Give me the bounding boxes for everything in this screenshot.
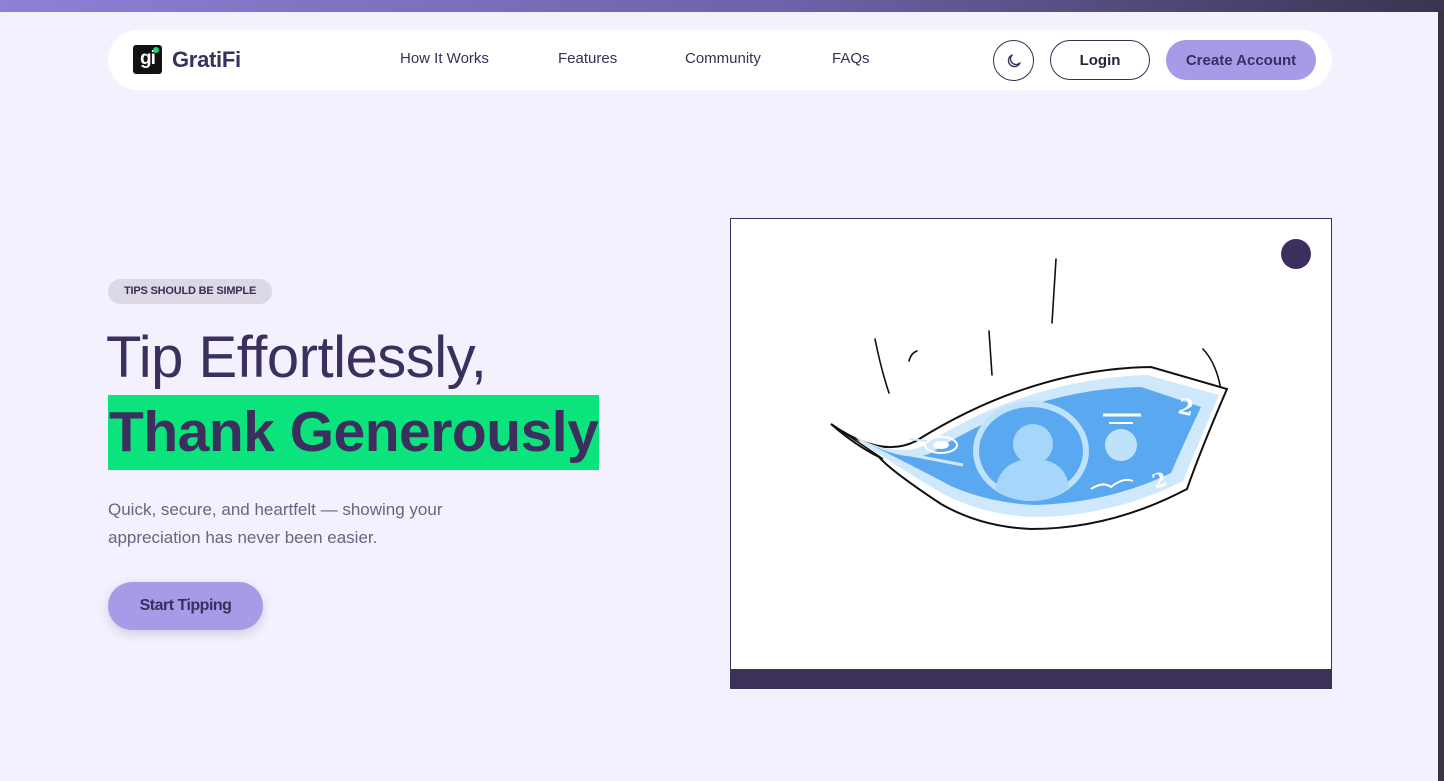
nav-link-how-it-works[interactable]: How It Works — [400, 50, 489, 67]
hero-illustration: 2 2 — [730, 218, 1332, 689]
nav-link-faqs[interactable]: FAQs — [832, 50, 870, 67]
moon-icon — [1007, 53, 1021, 67]
logo[interactable]: gi GratiFi — [133, 45, 241, 74]
hero-title-line2: Thank Generously — [108, 395, 600, 470]
nav-link-community[interactable]: Community — [685, 50, 761, 67]
nav-link-features[interactable]: Features — [558, 50, 617, 67]
start-tipping-button[interactable]: Start Tipping — [108, 582, 263, 630]
theme-toggle-button[interactable] — [993, 40, 1034, 81]
hero-badge: TIPS SHOULD BE SIMPLE — [108, 279, 273, 304]
hero-subtitle: Quick, secure, and heartfelt — showing y… — [108, 500, 443, 547]
create-account-button[interactable]: Create Account — [1166, 40, 1316, 80]
window-edge — [1438, 12, 1444, 781]
login-button[interactable]: Login — [1050, 40, 1150, 80]
illustration-footer-bar — [730, 669, 1332, 689]
logo-dot — [153, 47, 159, 53]
logo-mark: gi — [133, 45, 162, 74]
logo-text: GratiFi — [172, 46, 241, 72]
browser-top-bar — [0, 0, 1444, 12]
hero-title-line1: Tip Effortlessly, — [106, 325, 487, 390]
money-bill-icon: 2 2 — [830, 258, 1229, 531]
navbar: gi GratiFi How It Works Features Communi… — [108, 30, 1332, 90]
